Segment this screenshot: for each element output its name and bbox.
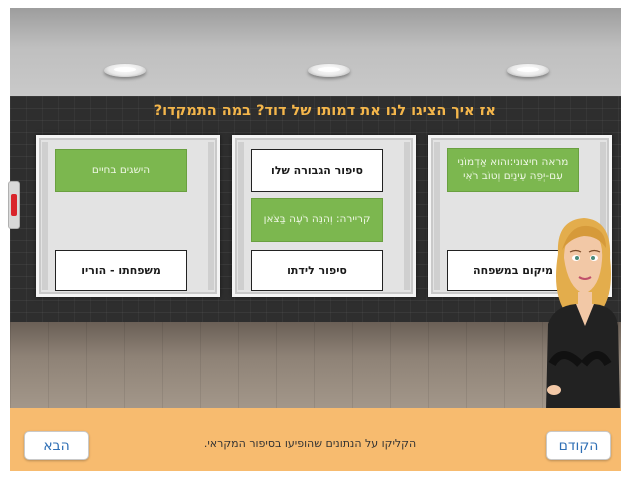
ceiling-light-icon: [104, 64, 146, 77]
presenter-character-icon: [546, 218, 620, 410]
ceiling-light-icon: [308, 64, 350, 77]
ceiling: [10, 8, 621, 96]
question-title: אז איך הציגו לנו את דמותו של דוד? במה הת…: [153, 103, 496, 119]
card-appearance[interactable]: מראה חיצוני:והוא אַדְמוֹנִי עִם-יְפֵה עֵ…: [447, 148, 579, 192]
next-button[interactable]: הבא: [24, 431, 89, 460]
side-slider-handle[interactable]: [8, 181, 20, 229]
panel-left: הישגים בחיים משפחתו - הוריו: [36, 135, 220, 297]
card-career[interactable]: קריירה: וְהִנֵּה רֹעֶה בַּצֹּאן: [251, 198, 383, 242]
card-birth-story[interactable]: סיפור לידתו: [251, 250, 383, 291]
panel-middle: סיפור הגבורה שלו קריירה: וְהִנֵּה רֹעֶה …: [232, 135, 416, 297]
floor: [10, 322, 621, 408]
card-parents[interactable]: משפחתו - הוריו: [55, 250, 187, 291]
prev-button[interactable]: הקודם: [546, 431, 611, 460]
slider-thumb-icon: [11, 194, 17, 216]
ceiling-light-icon: [507, 64, 549, 77]
card-achievements[interactable]: הישגים בחיים: [55, 149, 187, 192]
instruction-text: הקליקו על הנתונים שהופיעו בסיפור המקראי.: [203, 437, 417, 450]
card-heroism-story[interactable]: סיפור הגבורה שלו: [251, 149, 383, 192]
